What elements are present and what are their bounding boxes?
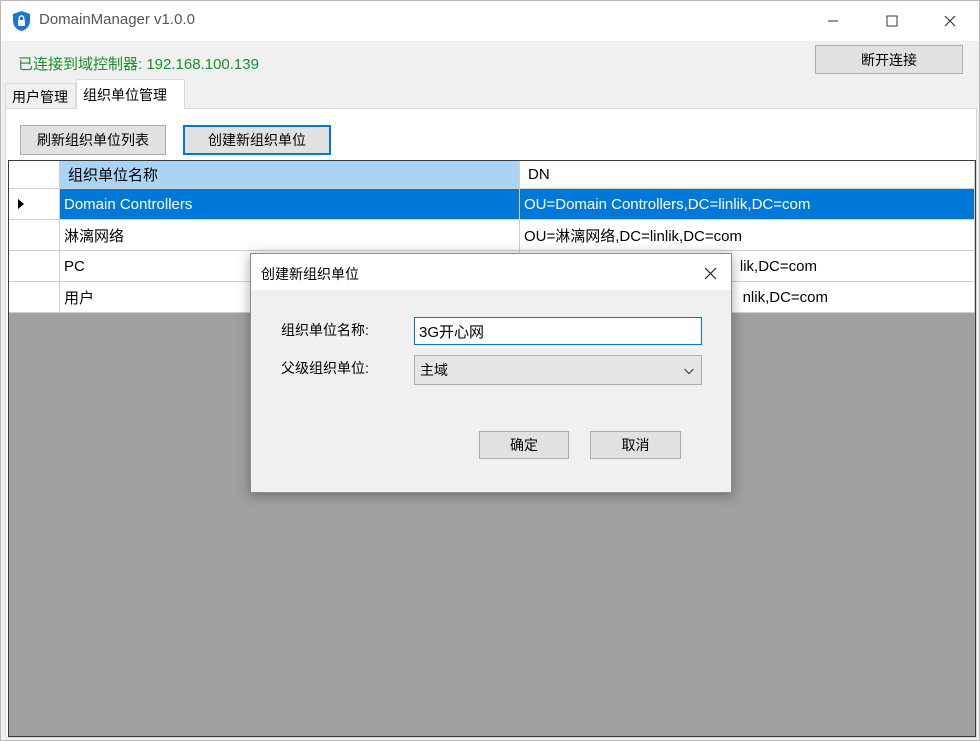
maximize-button[interactable] [863, 1, 921, 41]
app-window: DomainManager v1.0.0 已连接到域控制器: 192.168.1… [0, 0, 980, 741]
refresh-ou-list-button[interactable]: 刷新组织单位列表 [20, 125, 166, 155]
tab-ou-management[interactable]: 组织单位管理 [76, 79, 185, 109]
table-row[interactable]: 淋漓网络 OU=淋漓网络,DC=linlik,DC=com [9, 220, 975, 251]
cell-dn[interactable]: OU=淋漓网络,DC=linlik,DC=com [520, 220, 975, 251]
dialog-title-bar[interactable]: 创建新组织单位 [251, 254, 731, 290]
column-header-dn[interactable]: DN [520, 161, 975, 189]
row-header[interactable] [9, 189, 60, 220]
shield-lock-icon [13, 11, 30, 31]
ou-name-label: 组织单位名称: [281, 322, 369, 338]
row-header[interactable] [9, 282, 60, 313]
tab-user-management[interactable]: 用户管理 [5, 83, 76, 109]
close-button[interactable] [921, 1, 979, 41]
close-icon [704, 267, 716, 279]
minimize-button[interactable] [804, 1, 862, 41]
dialog-close-button[interactable] [695, 260, 725, 286]
parent-ou-selected-value: 主域 [420, 362, 448, 378]
title-bar[interactable]: DomainManager v1.0.0 [1, 1, 979, 41]
row-header[interactable] [9, 251, 60, 282]
ou-name-input[interactable] [414, 317, 702, 345]
table-row[interactable]: Domain Controllers OU=Domain Controllers… [9, 189, 975, 220]
create-ou-button[interactable]: 创建新组织单位 [183, 125, 331, 155]
dialog-title: 创建新组织单位 [261, 266, 359, 282]
cell-ou-name[interactable]: 淋漓网络 [60, 220, 520, 251]
cancel-button[interactable]: 取消 [590, 431, 681, 459]
chevron-down-icon [684, 368, 694, 375]
maximize-icon [886, 15, 898, 27]
ok-button[interactable]: 确定 [479, 431, 569, 459]
window-title: DomainManager v1.0.0 [39, 11, 195, 28]
cell-dn[interactable]: OU=Domain Controllers,DC=linlik,DC=com [520, 189, 975, 220]
close-icon [944, 15, 956, 27]
connection-status: 已连接到域控制器: 192.168.100.139 [18, 56, 259, 73]
row-header-corner [9, 161, 60, 189]
parent-ou-select[interactable]: 主域 [414, 355, 702, 385]
grid-header: 组织单位名称 DN [9, 161, 975, 189]
create-ou-dialog: 创建新组织单位 组织单位名称: 父级组织单位: 主域 确定 取消 [250, 253, 732, 493]
parent-ou-label: 父级组织单位: [281, 360, 369, 376]
disconnect-button[interactable]: 断开连接 [815, 45, 963, 74]
cell-ou-name[interactable]: Domain Controllers [60, 189, 520, 220]
column-header-name[interactable]: 组织单位名称 [60, 161, 520, 189]
minimize-icon [828, 20, 838, 22]
row-header[interactable] [9, 220, 60, 251]
current-row-arrow-icon [18, 199, 24, 209]
